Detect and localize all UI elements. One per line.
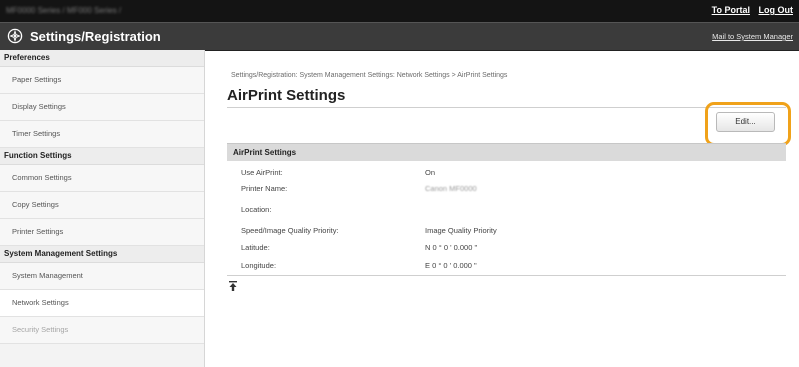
to-portal-link[interactable]: To Portal [712, 5, 750, 15]
page-title: AirPrint Settings [227, 87, 346, 104]
setting-value: Image Quality Priority [425, 226, 497, 235]
setting-label: Printer Name: [241, 184, 288, 193]
sidebar-item-paper-settings[interactable]: Paper Settings [0, 67, 204, 94]
mail-to-system-manager-link[interactable]: Mail to System Manager [712, 32, 793, 41]
sidebar-item-copy-settings[interactable]: Copy Settings [0, 192, 204, 219]
sidebar: Preferences Paper Settings Display Setti… [0, 50, 205, 367]
setting-label: Speed/Image Quality Priority: [241, 226, 339, 235]
setting-row-use-airprint: Use AirPrint: On [241, 168, 781, 180]
product-path-text: MF0000 Series / MF000 Series / [6, 6, 122, 15]
product-path: MF0000 Series / MF000 Series / [6, 6, 291, 16]
settings-gear-icon [7, 28, 23, 44]
log-out-link[interactable]: Log Out [759, 5, 794, 15]
main-content: Settings/Registration: System Management… [205, 50, 799, 367]
sidebar-item-common-settings[interactable]: Common Settings [0, 165, 204, 192]
sidebar-item-timer-settings[interactable]: Timer Settings [0, 121, 204, 148]
setting-row-latitude: Latitude: N 0 ° 0 ' 0.000 " [241, 243, 781, 255]
content-divider [227, 275, 786, 276]
setting-label: Use AirPrint: [241, 168, 283, 177]
setting-value: Canon MF0000 [425, 184, 477, 193]
sidebar-item-printer-settings[interactable]: Printer Settings [0, 219, 204, 246]
sidebar-item-system-management[interactable]: System Management [0, 263, 204, 290]
title-bar: Settings/Registration Mail to System Man… [0, 22, 799, 51]
setting-value: On [425, 168, 436, 177]
title-divider [227, 107, 786, 108]
setting-label: Latitude: [241, 243, 270, 252]
page-header-title: Settings/Registration [30, 29, 161, 44]
sidebar-item-security-settings[interactable]: Security Settings [0, 317, 204, 344]
edit-button[interactable]: Edit... [716, 112, 775, 132]
top-links: To Portal Log Out [706, 5, 793, 15]
sidebar-item-display-settings[interactable]: Display Settings [0, 94, 204, 121]
setting-row-location: Location: [241, 205, 781, 217]
back-to-top-icon[interactable] [229, 281, 237, 291]
sidebar-heading-function-settings: Function Settings [0, 148, 204, 165]
setting-row-printer-name: Printer Name: Canon MF0000 [241, 184, 781, 196]
setting-label: Location: [241, 205, 272, 214]
edit-button-highlight: Edit... [705, 102, 791, 146]
sidebar-heading-system-management-settings: System Management Settings [0, 246, 204, 263]
breadcrumb: Settings/Registration: System Management… [231, 72, 508, 79]
setting-row-speed-image-quality: Speed/Image Quality Priority: Image Qual… [241, 226, 781, 238]
sidebar-item-network-settings[interactable]: Network Settings [0, 290, 204, 317]
section-header: AirPrint Settings [227, 143, 786, 161]
section-title: AirPrint Settings [233, 148, 297, 157]
setting-value: N 0 ° 0 ' 0.000 " [425, 243, 478, 252]
top-bar: MF0000 Series / MF000 Series / To Portal… [0, 0, 799, 22]
setting-value: E 0 ° 0 ' 0.000 " [425, 261, 477, 270]
setting-row-longitude: Longitude: E 0 ° 0 ' 0.000 " [241, 261, 781, 273]
sidebar-heading-preferences: Preferences [0, 50, 204, 67]
setting-label: Longitude: [241, 261, 277, 270]
